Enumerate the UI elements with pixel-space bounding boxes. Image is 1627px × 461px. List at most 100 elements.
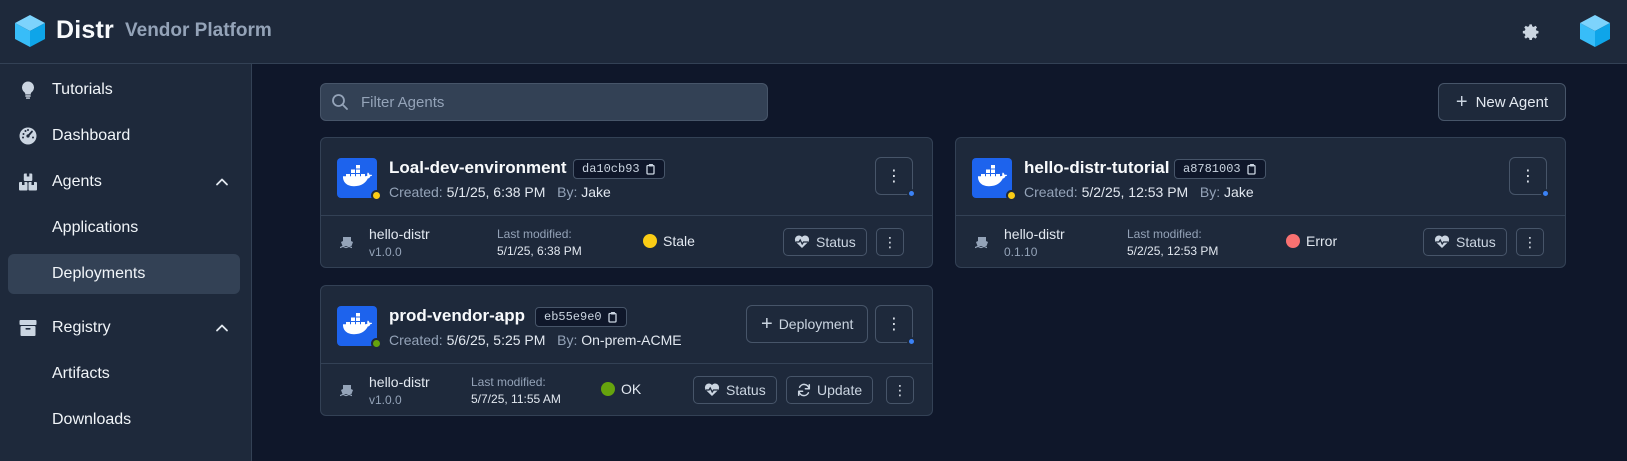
status-dot [1286,234,1300,248]
copy-icon[interactable] [607,311,618,323]
agent-menu-button[interactable]: ⋮ [1509,157,1550,198]
agent-menu-button[interactable]: ⋮ [875,157,916,198]
agent-meta: Created: 5/6/25, 5:25 PM By: On-prem-ACM… [389,332,682,348]
brand-name[interactable]: Distr [56,16,114,45]
new-agent-button[interactable]: + New Agent [1438,83,1566,121]
sidebar: Tutorials Dashboard Agents Applications [0,64,252,461]
copy-icon[interactable] [645,163,656,175]
last-modified-label: Last modified: [497,227,572,241]
deployment-version: 0.1.10 [1004,245,1038,259]
update-button[interactable]: Update [786,376,874,404]
sidebar-item-deployments[interactable]: Deployments [8,254,240,294]
heart-pulse-icon [794,235,810,248]
chevron-up-icon[interactable] [214,174,230,190]
deployment-row: hello-distr v1.0.0 Last modified: 5/7/25… [321,364,932,416]
deployment-version: v1.0.0 [369,245,402,259]
status-button-label: Status [726,382,766,398]
deployment-menu-button[interactable]: ⋮ [876,228,904,256]
update-button-label: Update [817,382,863,398]
update-indicator [907,189,916,198]
deployment-menu-button[interactable]: ⋮ [886,376,914,404]
sidebar-item-artifacts[interactable]: Artifacts [8,354,240,394]
sidebar-item-registry[interactable]: Registry [8,308,240,348]
more-vertical-icon: ⋮ [883,233,897,250]
agent-name[interactable]: hello-distr-tutorial [1024,158,1169,178]
deployment-status-text: Stale [663,233,695,249]
sidebar-item-label: Applications [52,219,139,236]
deployment-status: Stale [643,233,695,249]
agent-id: a8781003 [1183,162,1241,176]
sidebar-item-label: Downloads [52,411,132,428]
sidebar-item-label: Deployments [52,265,146,282]
deployment-row: hello-distr v1.0.0 Last modified: 5/1/25… [321,216,932,268]
agent-name[interactable]: prod-vendor-app [389,306,525,326]
search-icon [332,94,348,110]
status-button[interactable]: Status [1423,228,1507,256]
deployment-status-text: OK [621,381,642,397]
deployment-version: v1.0.0 [369,393,402,407]
sidebar-item-applications[interactable]: Applications [8,208,240,248]
deployment-menu-button[interactable]: ⋮ [1516,228,1544,256]
agent-id: eb55e9e0 [544,310,602,324]
deployment-row: hello-distr 0.1.10 Last modified: 5/2/25… [956,216,1565,268]
gear-icon[interactable] [1519,20,1541,42]
gauge-icon [19,127,37,145]
created-by: Jake [581,184,611,200]
chevron-up-icon[interactable] [214,320,230,336]
last-modified-value: 5/7/25, 11:55 AM [471,392,561,406]
deployment-app-name: hello-distr [369,374,430,390]
agent-meta: Created: 5/1/25, 6:38 PM By: Jake [389,184,611,200]
agent-card-header: Loal-dev-environment da10cb93 Created: 5… [321,138,932,216]
platform-name: Vendor Platform [125,20,272,41]
created-by: Jake [1224,184,1254,200]
created-date: 5/1/25, 6:38 PM [446,184,546,200]
last-modified-value: 5/2/25, 12:53 PM [1127,244,1219,258]
status-dot [643,234,657,248]
more-vertical-icon: ⋮ [886,168,902,185]
agent-card: Loal-dev-environment da10cb93 Created: 5… [320,137,933,268]
agent-id-badge[interactable]: eb55e9e0 [535,307,627,327]
created-date: 5/6/25, 5:25 PM [446,332,546,348]
agent-status-dot [1006,190,1017,201]
cube-icon[interactable] [14,14,46,48]
sidebar-item-agents[interactable]: Agents [8,162,240,202]
more-vertical-icon: ⋮ [1520,168,1536,185]
deployment-status: OK [601,381,641,397]
agent-id-badge[interactable]: a8781003 [1174,159,1266,179]
status-button-label: Status [1456,234,1496,250]
more-vertical-icon: ⋮ [886,316,902,333]
status-dot [601,382,615,396]
plus-icon: + [1455,91,1468,113]
avatar[interactable] [1579,14,1611,48]
more-vertical-icon: ⋮ [1523,233,1537,250]
status-button-label: Status [816,234,856,250]
update-indicator [907,337,916,346]
status-button[interactable]: Status [783,228,867,256]
agent-card-header: hello-distr-tutorial a8781003 Created: 5… [956,138,1565,216]
sidebar-item-label: Tutorials [52,81,113,98]
agent-meta: Created: 5/2/25, 12:53 PM By: Jake [1024,184,1254,200]
heart-pulse-icon [1434,235,1450,248]
agent-id-badge[interactable]: da10cb93 [573,159,665,179]
sidebar-item-label: Artifacts [52,365,110,382]
more-vertical-icon: ⋮ [893,381,907,398]
status-button[interactable]: Status [693,376,777,404]
agent-card-header: prod-vendor-app eb55e9e0 Created: 5/6/25… [321,286,932,364]
sidebar-item-label: Dashboard [52,127,131,144]
sidebar-item-downloads[interactable]: Downloads [8,400,240,440]
created-date: 5/2/25, 12:53 PM [1081,184,1189,200]
agent-menu-button[interactable]: ⋮ [875,305,916,346]
update-indicator [1541,189,1550,198]
agent-name[interactable]: Loal-dev-environment [389,158,567,178]
sidebar-item-dashboard[interactable]: Dashboard [8,116,240,156]
filter-agents-input[interactable] [320,83,768,121]
sidebar-item-label: Registry [52,319,111,336]
agent-status-dot [371,190,382,201]
copy-icon[interactable] [1246,163,1257,175]
add-deployment-button[interactable]: + Deployment [746,305,869,343]
agent-id: da10cb93 [582,162,640,176]
agent-status-dot [371,338,382,349]
refresh-icon [797,383,811,397]
deployment-app-name: hello-distr [369,226,430,242]
sidebar-item-tutorials[interactable]: Tutorials [8,70,240,110]
